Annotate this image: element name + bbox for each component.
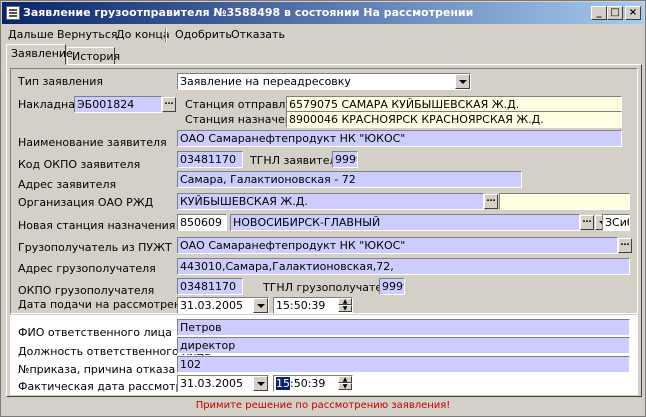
consignee-label: Грузополучатель из ПУЖТ [18,241,172,254]
menu-reject[interactable]: Отказать [231,28,285,41]
new-station-lookup-button[interactable]: … [580,215,594,230]
actual-time-spinner[interactable]: ▲ ▼ [338,376,352,391]
new-station-road-field[interactable]: ЗСиб [602,214,630,231]
rzd-org-lookup-button[interactable]: … [484,194,498,209]
okpo-applicant-label: Код ОКПО заявителя [18,158,141,171]
actual-time-rest: :50:39 [290,377,326,390]
new-station-name-field[interactable]: НОВОСИБИРСК-ГЛАВНЫЙ [230,214,580,231]
position-field[interactable]: директор [177,337,630,354]
tab-application[interactable]: Заявление [6,44,73,65]
close-button[interactable]: × [625,6,641,20]
menu-back[interactable]: Вернуться [57,28,118,41]
actual-date-dropdown-arrow[interactable] [253,376,268,391]
okpo-consignee-field[interactable]: 03481170 [177,278,243,295]
maximize-button[interactable]: □ [607,6,623,20]
main-window: Заявление грузоотправителя №3588498 в со… [0,0,646,417]
responsible-field[interactable]: Петров [177,319,630,336]
menu-next[interactable]: Дальше [8,28,54,41]
rzd-org-extra-field[interactable] [499,193,630,210]
order-label: №приказа, причина отказа [18,363,176,376]
menu-to-end[interactable]: До конца [116,28,170,41]
status-message: Примите решение по рассмотрению заявлени… [195,400,451,411]
okpo-consignee-label: ОКПО грузополучателя [18,284,155,297]
destination-field[interactable]: 8900046 КРАСНОЯРСК КРАСНОЯРСКАЯ Ж.Д. [286,111,622,128]
title-bar: Заявление грузоотправителя №3588498 в со… [2,2,644,24]
rzd-org-label: Организация ОАО РЖД [18,196,154,209]
applicant-address-field[interactable]: Самара, Галактионовская - 72 [177,171,522,188]
responsible-label: ФИО ответственного лица [18,326,172,339]
submit-date-label: Дата подачи на рассмотрение [18,298,195,311]
submit-date-dropdown-arrow[interactable] [253,298,268,313]
actual-time-selected-part: 15 [276,377,290,390]
submit-time-spinner[interactable]: ▲ ▼ [338,298,352,313]
consignee-address-field[interactable]: 443010,Самара,Галактионовская,72, [177,258,630,275]
request-type-dropdown-arrow[interactable] [455,74,470,89]
order-field[interactable]: 102 [177,356,630,373]
consignee-lookup-button[interactable]: … [618,238,632,253]
applicant-address-label: Адрес заявителя [18,178,117,191]
menu-separator [165,28,167,42]
request-type-select[interactable]: Заявление на переадресовку [177,73,471,90]
tgnl-consignee-field[interactable]: 9999 [379,278,405,295]
new-station-code-field[interactable]: 850609 [177,214,227,231]
okpo-applicant-field[interactable]: 03481170 [177,151,243,168]
request-type-label: Тип заявления [18,75,104,88]
waybill-label: Накладная [18,98,82,111]
consignee-field[interactable]: ОАО Самаранефтепродукт НК "ЮКОС" [177,237,618,254]
tgnl-applicant-field[interactable]: 9999 [332,151,358,168]
menu-approve[interactable]: Одобрить [175,28,232,41]
waybill-field[interactable]: ЭБ001824 [74,96,162,113]
menu-bar: Дальше Вернуться До конца Одобрить Отказ… [2,25,644,45]
rzd-org-field[interactable]: КУЙБЫШЕВСКАЯ Ж.Д. [177,193,484,210]
applicant-name-field[interactable]: ОАО Самаранефтепродукт НК "ЮКОС" [177,130,622,147]
new-station-label: Новая станция назначения [18,219,176,232]
consignee-address-label: Адрес грузополучателя [18,262,156,275]
tgnl-applicant-label: ТГНЛ заявителя [250,154,344,167]
tgnl-consignee-label: ТГНЛ грузополучателя [263,281,396,294]
window-title: Заявление грузоотправителя №3588498 в со… [23,6,474,19]
tab-history[interactable]: История [67,47,120,65]
app-icon [6,6,20,20]
applicant-name-label: Наименование заявителя [18,136,167,149]
minimize-button[interactable]: _ [591,6,607,20]
waybill-lookup-button[interactable]: … [162,97,176,112]
